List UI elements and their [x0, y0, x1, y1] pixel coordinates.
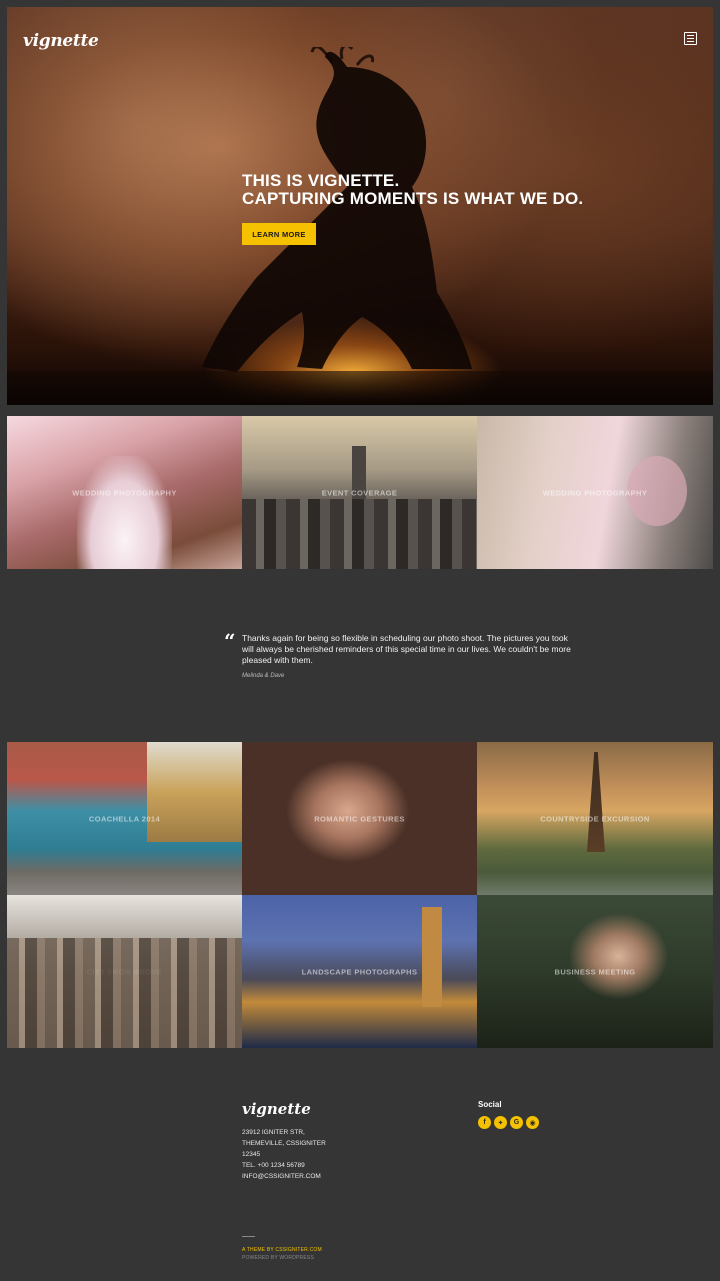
- address-email[interactable]: INFO@CSSIGNITER.COM: [242, 1171, 326, 1182]
- learn-more-button[interactable]: LEARN MORE: [242, 223, 316, 245]
- twitter-icon[interactable]: ✦: [494, 1116, 507, 1129]
- testimonial-text: Thanks again for being so flexible in sc…: [242, 633, 571, 665]
- instagram-icon[interactable]: ◉: [526, 1116, 539, 1129]
- gallery-caption: EVENT COVERAGE: [321, 488, 398, 497]
- hero-title-line-1: THIS IS VIGNETTE.: [242, 171, 400, 190]
- facebook-icon[interactable]: f: [478, 1116, 491, 1129]
- footer-logo[interactable]: vignette: [242, 1100, 311, 1118]
- gallery-item[interactable]: WEDDING PHOTOGRAPHY: [477, 416, 713, 569]
- footer-address: 23912 IGNITER STR, THEMEVILLE, CSSIGNITE…: [242, 1127, 326, 1182]
- powered-by-link[interactable]: POWERED BY WORDPRESS: [242, 1255, 314, 1261]
- hero-title: THIS IS VIGNETTE. CAPTURING MOMENTS IS W…: [242, 172, 583, 208]
- gallery-item[interactable]: WEDDING PHOTOGRAPHY: [7, 416, 242, 569]
- gallery-item[interactable]: BUSINESS MEETING: [477, 895, 713, 1048]
- menu-icon[interactable]: [684, 32, 697, 45]
- theme-credit-link[interactable]: A THEME BY CSSIGNITER.COM: [242, 1247, 322, 1253]
- social-title: Social: [478, 1100, 502, 1109]
- gallery-item[interactable]: LANDSCAPE PHOTOGRAPHS: [242, 895, 477, 1048]
- hero-title-line-2: CAPTURING MOMENTS IS WHAT WE DO.: [242, 189, 584, 208]
- gallery-caption: LANDSCAPE PHOTOGRAPHS: [301, 967, 418, 976]
- gallery-caption: BUSINESS MEETING: [554, 967, 636, 976]
- gallery-item[interactable]: COACHELLA 2014: [7, 742, 242, 895]
- gallery-bottom: COACHELLA 2014 ROMANTIC GESTURES COUNTRY…: [7, 742, 713, 1048]
- menu-line: [687, 37, 694, 40]
- gallery-caption: ROMANTIC GESTURES: [314, 814, 405, 823]
- gallery-top: WEDDING PHOTOGRAPHY EVENT COVERAGE WEDDI…: [7, 416, 713, 569]
- quote-icon: “: [224, 629, 236, 653]
- gallery-item[interactable]: CITY FROM ABOVE: [7, 895, 242, 1048]
- gallery-item[interactable]: EVENT COVERAGE: [242, 416, 477, 569]
- menu-line: [687, 41, 694, 43]
- address-line: 23912 IGNITER STR,: [242, 1129, 305, 1136]
- gallery-caption: WEDDING PHOTOGRAPHY: [542, 488, 648, 497]
- google-icon[interactable]: G: [510, 1116, 523, 1129]
- footer-divider: [242, 1236, 255, 1237]
- hero-section: vignette THIS IS VIGNETTE. CAPTURING MOM…: [7, 7, 713, 405]
- gallery-caption: COACHELLA 2014: [88, 814, 161, 823]
- gallery-caption: COUNTRYSIDE EXCURSION: [540, 814, 650, 823]
- gallery-item[interactable]: COUNTRYSIDE EXCURSION: [477, 742, 713, 895]
- address-line: 12345: [242, 1151, 261, 1158]
- gallery-item[interactable]: ROMANTIC GESTURES: [242, 742, 477, 895]
- testimonial-author: Melinda & Dave: [242, 673, 285, 679]
- gallery-caption: CITY FROM ABOVE: [86, 967, 163, 976]
- site-logo[interactable]: vignette: [23, 31, 99, 51]
- hero-silhouette: [202, 47, 472, 372]
- menu-line: [687, 34, 694, 36]
- address-line: THEMEVILLE, CSSIGNITER: [242, 1140, 326, 1147]
- hero-ground: [7, 371, 713, 405]
- testimonial: “ Thanks again for being so flexible in …: [224, 629, 574, 679]
- gallery-caption: WEDDING PHOTOGRAPHY: [72, 488, 177, 497]
- address-phone: TEL. +00 1234 56789: [242, 1162, 305, 1169]
- social-links: f ✦ G ◉: [478, 1116, 539, 1129]
